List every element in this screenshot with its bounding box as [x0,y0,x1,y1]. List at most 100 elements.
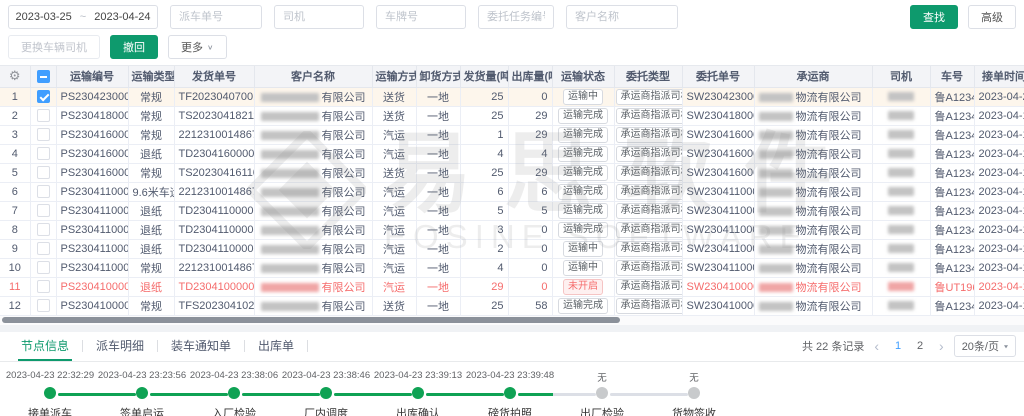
delegate-type-badge: 承运商指派司机 [616,222,683,238]
tab-4[interactable]: 出库单 [245,332,307,361]
row-checkbox[interactable] [37,223,50,236]
table-row[interactable]: 3PS230416000007常规22123100148673有限公司汽运一地1… [0,125,1024,144]
row-checkbox[interactable] [37,109,50,122]
dispatch-no-input[interactable] [170,5,262,29]
column-header[interactable]: 委托单号 [682,66,754,87]
table-row[interactable]: 12PS230410000004常规TFS202304102203有限公司送货一… [0,296,1024,315]
tab-2[interactable]: 派车明细 [83,332,157,361]
transport-type: 退纸 [128,144,174,163]
select-all-checkbox[interactable] [37,70,50,83]
column-header[interactable]: 发货单号 [174,66,254,87]
row-checkbox[interactable] [37,204,50,217]
column-header[interactable]: 运输编号 [56,66,128,87]
task-no-input[interactable] [478,5,554,29]
tab-1[interactable]: 节点信息 [8,332,82,361]
column-header[interactable]: 承运商 [754,66,872,87]
plate-no: 鲁A12345 [930,239,974,258]
column-header[interactable]: 运输方式 [372,66,416,87]
table-row[interactable]: 1PS230423000002常规TF20230407001有限公司送货一地25… [0,87,1024,106]
delegate-no: SW230410000008 [682,277,754,296]
customer-name: 有限公司 [254,87,372,106]
column-header[interactable]: 委托类型 [614,66,682,87]
redacted-text [759,150,793,159]
delegate-no: SW230411000001 [682,258,754,277]
prev-page-icon[interactable]: ‹ [874,339,879,353]
row-checkbox[interactable] [37,147,50,160]
redacted-text [888,244,914,253]
table-row[interactable]: 9PS230411000002退纸TD230411000007有限公司汽运一地2… [0,239,1024,258]
carrier-name: 物流有限公司 [754,125,872,144]
column-header[interactable]: 客户名称 [254,66,372,87]
redacted-text [888,111,914,120]
ship-qty: 3 [460,220,508,239]
scrollbar-thumb[interactable] [2,317,620,323]
column-header[interactable]: 发货量(吨) [460,66,508,87]
more-button[interactable]: 更多 ∨ [168,35,227,59]
carrier-name: 物流有限公司 [754,258,872,277]
column-header[interactable]: 卸货方式 [416,66,460,87]
change-vehicle-driver-button[interactable]: 更换车辆司机 [8,35,100,59]
node-connector [242,393,320,396]
table-row[interactable]: 4PS230416000006退纸TD230416000002有限公司汽运一地4… [0,144,1024,163]
row-checkbox[interactable] [37,242,50,255]
transport-no: PS230410000006 [56,277,128,296]
row-index: 4 [0,144,30,163]
ship-qty: 4 [460,144,508,163]
withdraw-button[interactable]: 撤回 [110,35,158,59]
accept-date: 2023-04-1 [974,106,1024,125]
transport-type: 常规 [128,296,174,315]
table-row[interactable]: 11PS230410000006退纸TD230410000009有限公司汽运一地… [0,277,1024,296]
page-size-select[interactable]: 20条/页 ▾ [954,335,1016,357]
column-header[interactable]: 运输类型 [128,66,174,87]
carrier-name: 物流有限公司 [754,182,872,201]
row-checkbox[interactable] [37,280,50,293]
table-row[interactable]: 7PS230411000004退纸TD230411000009有限公司汽运一地5… [0,201,1024,220]
table-row[interactable]: 6PS2304110000059.6米车运输22123100148676有限公司… [0,182,1024,201]
transport-type: 常规 [128,106,174,125]
node-label: 货物签收 [648,405,740,416]
row-checkbox[interactable] [37,166,50,179]
row-checkbox[interactable] [37,90,50,103]
out-qty: 29 [508,125,552,144]
column-header[interactable]: 出库量(吨) [508,66,552,87]
row-checkbox[interactable] [37,261,50,274]
advanced-button[interactable]: 高级 [968,5,1016,29]
page-number[interactable]: 1 [889,340,907,352]
column-header[interactable]: 车号 [930,66,974,87]
plate-input[interactable] [376,5,466,29]
ship-qty: 25 [460,296,508,315]
transport-no: PS230411000001 [56,258,128,277]
node-timeline: 2023-04-23 22:32:29接单派车2023-04-23 23:23:… [0,362,1024,416]
redacted-text [261,150,319,159]
gear-icon[interactable]: ⚙ [9,68,21,83]
row-checkbox[interactable] [37,185,50,198]
tab-3[interactable]: 装车通知单 [158,332,244,361]
redacted-text [759,264,793,273]
ship-qty: 4 [460,258,508,277]
column-header[interactable]: 运输状态 [552,66,614,87]
next-page-icon[interactable]: › [939,339,944,353]
date-start: 2023-03-25 [16,11,72,23]
customer-input[interactable] [566,5,678,29]
search-button[interactable]: 查找 [910,5,958,29]
table-row[interactable]: 10PS230411000001常规22123100148677有限公司汽运一地… [0,258,1024,277]
ship-qty: 25 [460,106,508,125]
ship-no: TFS202304102203 [174,296,254,315]
column-header[interactable]: 接单时间 [974,66,1024,87]
horizontal-scrollbar[interactable] [0,316,1024,325]
page-number[interactable]: 2 [911,340,929,352]
row-index: 5 [0,163,30,182]
driver-input[interactable] [274,5,364,29]
ship-no: TD230411000007 [174,239,254,258]
column-header[interactable]: 司机 [872,66,930,87]
table-row[interactable]: 2PS230418000001常规TS202304182114有限公司送货一地2… [0,106,1024,125]
row-checkbox[interactable] [37,128,50,141]
driver-name [872,239,930,258]
node-time: 2023-04-23 23:38:46 [280,370,372,384]
delegate-no: SW230416000008 [682,144,754,163]
node-connector [426,393,504,396]
row-checkbox[interactable] [37,299,50,312]
table-row[interactable]: 8PS230411000003退纸TD230411000008有限公司汽运一地3… [0,220,1024,239]
table-row[interactable]: 5PS230416000004常规TS202304161109有限公司送货一地2… [0,163,1024,182]
date-range-input[interactable]: 2023-03-25 ~ 2023-04-24 [8,5,158,29]
